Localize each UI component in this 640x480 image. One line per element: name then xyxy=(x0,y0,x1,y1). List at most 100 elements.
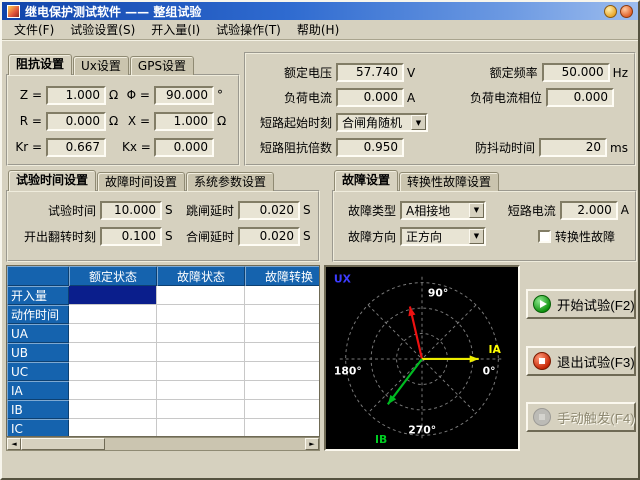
start-test-button[interactable]: 开始试验(F2) xyxy=(526,289,636,319)
tab-impedance-settings[interactable]: 阻抗设置 xyxy=(8,54,72,75)
short-current-input[interactable]: 2.000 xyxy=(560,201,618,220)
phi-input[interactable]: 90.000 xyxy=(154,86,214,105)
app-window: 继电保护测试软件 —— 整组试验 文件(F) 试验设置(S) 开入量(I) 试验… xyxy=(0,0,640,480)
x-input[interactable]: 1.000 xyxy=(154,112,214,131)
scroll-right-icon[interactable]: ► xyxy=(305,438,319,450)
close-button[interactable] xyxy=(620,5,633,18)
load-current-label: 负荷电流 xyxy=(252,89,336,106)
phasor-label: UX xyxy=(334,273,352,286)
tab-ux-settings[interactable]: Ux设置 xyxy=(73,56,129,75)
fault-direction-combo[interactable]: 正方向 ▼ xyxy=(400,227,486,246)
table-cell[interactable] xyxy=(157,343,245,362)
menu-test-settings[interactable]: 试验设置(S) xyxy=(62,19,143,40)
table-cell[interactable] xyxy=(69,362,157,381)
load-current-phase-input[interactable]: 0.000 xyxy=(546,88,614,107)
trip-delay-label: 跳闸延时 xyxy=(176,202,238,219)
chevron-down-icon[interactable]: ▼ xyxy=(469,229,484,244)
table-cell[interactable] xyxy=(245,419,320,437)
short-start-combo[interactable]: 合闸角随机 ▼ xyxy=(336,113,428,132)
kr-label: Kr = xyxy=(14,140,46,154)
table-cell[interactable] xyxy=(157,286,245,305)
minimize-button[interactable] xyxy=(604,5,617,18)
scroll-left-icon[interactable]: ◄ xyxy=(7,438,21,450)
table-cell[interactable] xyxy=(245,381,320,400)
table-cell[interactable] xyxy=(157,400,245,419)
phasor-label: 0° xyxy=(483,365,496,378)
chevron-down-icon[interactable]: ▼ xyxy=(411,115,426,130)
table-cell[interactable] xyxy=(69,324,157,343)
fault-settings-panel: 故障设置 转换性故障设置 故障类型 A相接地 ▼ 短路电流 2.000 A 故障… xyxy=(332,170,637,262)
phasor-label: 90° xyxy=(428,286,448,299)
phasor-label: IA xyxy=(489,343,502,356)
table-cell[interactable] xyxy=(157,381,245,400)
table-cell[interactable] xyxy=(69,305,157,324)
table-cell[interactable] xyxy=(157,362,245,381)
time-settings-tabbody: 试验时间 10.000 S 跳闸延时 0.020 S 开出翻转时刻 0.100 … xyxy=(6,190,320,262)
flip-time-label: 开出翻转时刻 xyxy=(14,228,100,245)
phasor-label: 270° xyxy=(408,423,436,436)
menu-file[interactable]: 文件(F) xyxy=(6,19,62,40)
tab-convertible-fault-settings[interactable]: 转换性故障设置 xyxy=(399,172,499,191)
tab-test-time[interactable]: 试验时间设置 xyxy=(8,170,96,191)
tab-fault-time[interactable]: 故障时间设置 xyxy=(97,172,185,191)
table-cell[interactable] xyxy=(69,343,157,362)
close-delay-input[interactable]: 0.020 xyxy=(238,227,300,246)
rated-freq-input[interactable]: 50.000 xyxy=(542,63,610,82)
test-time-input[interactable]: 10.000 xyxy=(100,201,162,220)
exit-test-button[interactable]: 退出试验(F3) xyxy=(526,346,636,376)
table-cell[interactable] xyxy=(69,381,157,400)
kr-input[interactable]: 0.667 xyxy=(46,138,106,157)
table-cell[interactable] xyxy=(157,324,245,343)
app-icon xyxy=(7,5,20,18)
impedance-multiple-input[interactable]: 0.950 xyxy=(336,138,404,157)
phasor-display: UX90°IA0°180°270°IB xyxy=(324,265,520,451)
table-cell[interactable] xyxy=(69,419,157,437)
time-settings-panel: 试验时间设置 故障时间设置 系统参数设置 试验时间 10.000 S 跳闸延时 … xyxy=(6,170,320,262)
debounce-input[interactable]: 20 xyxy=(539,138,607,157)
system-params-panel: 额定电压 57.740 V 额定频率 50.000 Hz 负荷电流 0.000 … xyxy=(244,52,636,166)
impedance-panel: 阻抗设置 Ux设置 GPS设置 Z = 1.000 Ω Φ = 90.000 °… xyxy=(6,54,240,166)
table-cell[interactable] xyxy=(157,305,245,324)
manual-trigger-button[interactable]: 手动触发(F4) xyxy=(526,402,636,432)
table-cell[interactable] xyxy=(245,286,320,305)
table-row: UA xyxy=(7,324,319,343)
r-input[interactable]: 0.000 xyxy=(46,112,106,131)
table-hscrollbar[interactable]: ◄ ► xyxy=(6,437,320,451)
table-header-blank xyxy=(7,266,69,286)
trip-delay-input[interactable]: 0.020 xyxy=(238,201,300,220)
menu-test-operation[interactable]: 试验操作(T) xyxy=(208,19,289,40)
chevron-down-icon[interactable]: ▼ xyxy=(469,203,484,218)
tab-system-params[interactable]: 系统参数设置 xyxy=(186,172,274,191)
fault-type-combo[interactable]: A相接地 ▼ xyxy=(400,201,486,220)
flip-time-input[interactable]: 0.100 xyxy=(100,227,162,246)
z-input[interactable]: 1.000 xyxy=(46,86,106,105)
table-cell[interactable] xyxy=(245,400,320,419)
menu-help[interactable]: 帮助(H) xyxy=(289,19,347,40)
table-header-fault-state: 故障状态 xyxy=(157,266,245,286)
convertible-fault-checkbox[interactable] xyxy=(538,230,551,243)
table-cell[interactable] xyxy=(245,362,320,381)
load-current-input[interactable]: 0.000 xyxy=(336,88,404,107)
tab-fault-settings[interactable]: 故障设置 xyxy=(334,170,398,191)
tab-gps-settings[interactable]: GPS设置 xyxy=(130,56,194,75)
exit-test-label: 退出试验(F3) xyxy=(557,352,635,371)
menu-inputs[interactable]: 开入量(I) xyxy=(143,19,208,40)
short-start-label: 短路起始时刻 xyxy=(252,114,336,131)
scrollbar-thumb[interactable] xyxy=(21,438,105,450)
table-cell[interactable] xyxy=(245,305,320,324)
phi-label: Φ = xyxy=(122,88,154,102)
phasor-svg: UX90°IA0°180°270°IB xyxy=(326,267,518,449)
row-header: IB xyxy=(7,400,69,419)
table-cell[interactable] xyxy=(245,324,320,343)
rated-freq-label: 额定频率 xyxy=(446,64,542,81)
kx-input[interactable]: 0.000 xyxy=(154,138,214,157)
rated-voltage-input[interactable]: 57.740 xyxy=(336,63,404,82)
phasor-label: 180° xyxy=(334,365,362,378)
table-cell[interactable] xyxy=(157,419,245,437)
z-label: Z = xyxy=(14,88,46,102)
table-cell[interactable] xyxy=(245,343,320,362)
table-cell[interactable] xyxy=(69,400,157,419)
row-header: 动作时间 xyxy=(7,305,69,324)
table-cell[interactable] xyxy=(69,286,157,305)
table-row: IA xyxy=(7,381,319,400)
